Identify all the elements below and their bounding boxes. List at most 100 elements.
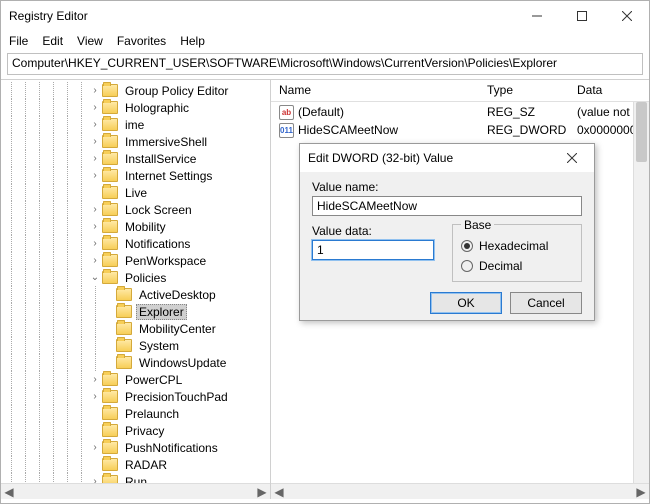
- tree-item[interactable]: › PushNotifications: [5, 439, 270, 456]
- tree-item[interactable]: › Holographic: [5, 99, 270, 116]
- tree-item[interactable]: ›PenWorkspace: [5, 252, 270, 269]
- tree-expander-none: [89, 425, 101, 437]
- tree-item[interactable]: ›ImmersiveShell: [5, 133, 270, 150]
- address-bar[interactable]: Computer\HKEY_CURRENT_USER\SOFTWARE\Micr…: [7, 53, 643, 75]
- tree-item[interactable]: Prelaunch: [5, 405, 270, 422]
- tree-expander-none: [103, 289, 115, 301]
- value-name-input[interactable]: [312, 196, 582, 216]
- tree-item-label: Privacy: [122, 424, 167, 438]
- cancel-button[interactable]: Cancel: [510, 292, 582, 314]
- menu-file[interactable]: File: [9, 34, 28, 48]
- value-name-label: Value name:: [312, 180, 582, 194]
- column-data[interactable]: Data: [569, 80, 649, 101]
- folder-icon: [116, 356, 132, 369]
- chevron-right-icon[interactable]: ›: [89, 136, 101, 148]
- folder-icon: [116, 288, 132, 301]
- dialog-body: Value name: Value data: Base Hexadecimal…: [300, 172, 594, 322]
- chevron-right-icon[interactable]: ›: [89, 170, 101, 182]
- folder-icon: [102, 475, 118, 483]
- chevron-right-icon[interactable]: ›: [89, 102, 101, 114]
- tree-item[interactable]: ActiveDesktop: [5, 286, 270, 303]
- folder-icon: [102, 203, 118, 216]
- menu-view[interactable]: View: [77, 34, 103, 48]
- scrollbar-thumb[interactable]: [636, 102, 647, 162]
- tree-item-label: Lock Screen: [122, 203, 195, 217]
- value-type: REG_DWORD: [479, 123, 569, 137]
- tree-view[interactable]: ›Group Policy Editor›Holographic›ime›Imm…: [1, 80, 270, 483]
- folder-icon: [102, 152, 118, 165]
- minimize-button[interactable]: [514, 1, 559, 31]
- chevron-right-icon[interactable]: ›: [89, 119, 101, 131]
- tree-item[interactable]: › Lock Screen: [5, 201, 270, 218]
- title-bar: Registry Editor: [1, 1, 649, 31]
- folder-icon: [102, 441, 118, 454]
- tree-expander-none: [89, 187, 101, 199]
- tree-item-label: Holographic: [122, 101, 192, 115]
- tree-item-label: PushNotifications: [122, 441, 221, 455]
- value-name: HideSCAMeetNow: [298, 123, 398, 137]
- list-row[interactable]: 011HideSCAMeetNowREG_DWORD0x00000000: [271, 121, 649, 139]
- chevron-right-icon[interactable]: ›: [89, 391, 101, 403]
- tree-item[interactable]: MobilityCenter: [5, 320, 270, 337]
- chevron-right-icon[interactable]: ›: [89, 255, 101, 267]
- scroll-right-icon[interactable]: ▶: [254, 484, 270, 500]
- tree-item[interactable]: ›Group Policy Editor: [5, 82, 270, 99]
- folder-icon: [102, 237, 118, 250]
- tree-item[interactable]: System: [5, 337, 270, 354]
- tree-item-label: Prelaunch: [122, 407, 182, 421]
- tree-item[interactable]: Live: [5, 184, 270, 201]
- radio-icon: [461, 240, 473, 252]
- dialog-title-bar: Edit DWORD (32-bit) Value: [300, 144, 594, 172]
- tree-item[interactable]: ›Run: [5, 473, 270, 483]
- menu-favorites[interactable]: Favorites: [117, 34, 166, 48]
- horizontal-scrollbar[interactable]: ◀ ▶: [271, 483, 649, 499]
- chevron-right-icon[interactable]: ›: [89, 153, 101, 165]
- value-data-input[interactable]: [312, 240, 434, 260]
- radio-hexadecimal[interactable]: Hexadecimal: [461, 237, 573, 255]
- tree-item[interactable]: ›PowerCPL: [5, 371, 270, 388]
- chevron-right-icon[interactable]: ›: [89, 221, 101, 233]
- maximize-button[interactable]: [559, 1, 604, 31]
- chevron-right-icon[interactable]: ›: [89, 204, 101, 216]
- chevron-right-icon[interactable]: ›: [89, 374, 101, 386]
- chevron-right-icon[interactable]: ›: [89, 238, 101, 250]
- folder-icon: [102, 220, 118, 233]
- tree-item[interactable]: ›Notifications: [5, 235, 270, 252]
- vertical-scrollbar[interactable]: [633, 102, 649, 483]
- horizontal-scrollbar[interactable]: ◀ ▶: [1, 483, 270, 499]
- column-type[interactable]: Type: [479, 80, 569, 101]
- tree-expander-none: [89, 459, 101, 471]
- chevron-right-icon[interactable]: ›: [89, 476, 101, 484]
- tree-item-label: InstallService: [122, 152, 199, 166]
- tree-item[interactable]: ›Internet Settings: [5, 167, 270, 184]
- tree-item[interactable]: ›PrecisionTouchPad: [5, 388, 270, 405]
- tree-item-label: Mobility: [122, 220, 169, 234]
- radio-decimal[interactable]: Decimal: [461, 257, 573, 275]
- folder-icon: [102, 424, 118, 437]
- folder-icon: [102, 186, 118, 199]
- tree-item[interactable]: Explorer: [5, 303, 270, 320]
- scroll-left-icon[interactable]: ◀: [1, 484, 17, 500]
- tree-item[interactable]: ›ime: [5, 116, 270, 133]
- tree-item[interactable]: › Mobility: [5, 218, 270, 235]
- close-button[interactable]: [604, 1, 649, 31]
- tree-item[interactable]: Privacy: [5, 422, 270, 439]
- tree-item[interactable]: RADAR: [5, 456, 270, 473]
- menu-help[interactable]: Help: [180, 34, 205, 48]
- chevron-right-icon[interactable]: ›: [89, 442, 101, 454]
- menu-edit[interactable]: Edit: [42, 34, 63, 48]
- tree-item[interactable]: › InstallService: [5, 150, 270, 167]
- tree-item[interactable]: ⌄Policies: [5, 269, 270, 286]
- tree-item[interactable]: WindowsUpdate: [5, 354, 270, 371]
- chevron-down-icon[interactable]: ⌄: [89, 272, 101, 284]
- list-header[interactable]: Name Type Data: [271, 80, 649, 102]
- column-name[interactable]: Name: [271, 80, 479, 101]
- list-row[interactable]: ab(Default)REG_SZ(value not s: [271, 103, 649, 121]
- scroll-left-icon[interactable]: ◀: [271, 484, 287, 500]
- scroll-right-icon[interactable]: ▶: [633, 484, 649, 500]
- chevron-right-icon[interactable]: ›: [89, 85, 101, 97]
- dialog-close-button[interactable]: [558, 144, 586, 172]
- value-name: (Default): [298, 105, 344, 119]
- ok-button[interactable]: OK: [430, 292, 502, 314]
- radio-label: Hexadecimal: [479, 239, 548, 253]
